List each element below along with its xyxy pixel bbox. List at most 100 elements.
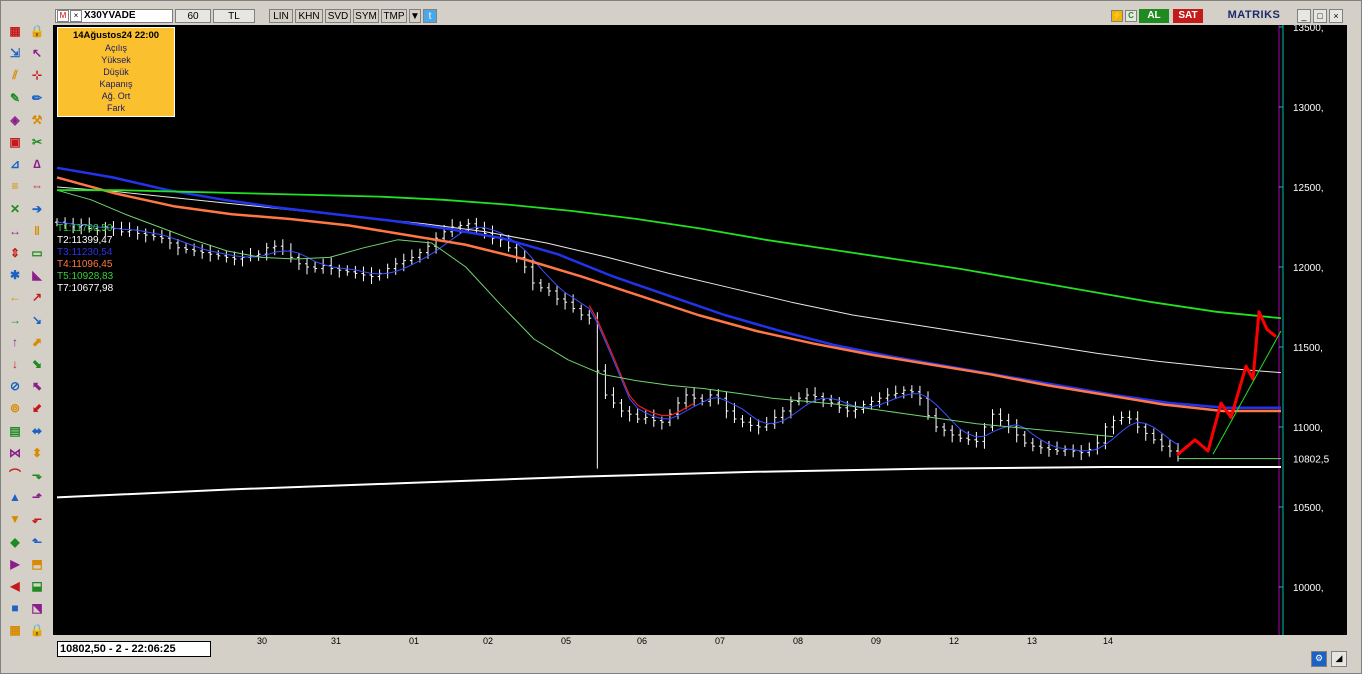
- info-low-label: Düşük: [103, 67, 129, 77]
- drawing-tool-icon[interactable]: ▼: [7, 511, 23, 527]
- close-small-icon[interactable]: ×: [70, 10, 82, 22]
- drawing-tool-icon[interactable]: ◆: [7, 534, 23, 550]
- last-price-status: 10802,50 - 2 - 22:06:25: [57, 641, 211, 657]
- close-icon[interactable]: ×: [1329, 9, 1343, 23]
- drawing-tool-icon[interactable]: ↔: [7, 223, 23, 239]
- settings-icon[interactable]: ⚙: [1311, 651, 1327, 667]
- drawing-tool-icon[interactable]: ⬐: [29, 511, 45, 527]
- drawing-tool-icon[interactable]: ⬎: [29, 467, 45, 483]
- x-tick-label: 09: [871, 636, 881, 645]
- drawing-tool-icon[interactable]: ⬈: [29, 334, 45, 350]
- drawing-tool-icon[interactable]: ⬌: [29, 423, 45, 439]
- y-tick-label: 12500,: [1293, 183, 1324, 194]
- svd-button[interactable]: SVD: [325, 9, 351, 23]
- drawing-tool-icon[interactable]: ◈: [7, 112, 23, 128]
- drawing-tool-icon[interactable]: ▤: [7, 423, 23, 439]
- drawing-tool-icon[interactable]: ⬋: [29, 400, 45, 416]
- drawing-tools-panel: ▦ 🔒 ⇲ ↖ ⫽ ⊹ ✎ ✏ ◈ ⚒ ▣ ✂ ⊿ ∆ ≡ ⇔ ✕ ➔ ↔ ‖ ⇕ ▭ ✱ ◣ ← ↗ → ↘ ↑ ⬈ ↓ ⬊ ⊘ ⬉ ⊚ ⬋ ▤ ⬌ ⋈ ⬍…: [7, 21, 53, 661]
- period-field[interactable]: 60: [175, 9, 211, 23]
- drawing-tool-icon[interactable]: ∆: [29, 156, 45, 172]
- dropdown-arrow-icon[interactable]: ▼: [409, 9, 421, 23]
- drawing-tool-icon[interactable]: ▲: [7, 489, 23, 505]
- x-tick-label: 30: [257, 636, 267, 645]
- chart-type-icon[interactable]: M: [57, 10, 69, 22]
- drawing-tool-icon[interactable]: ⌒: [7, 467, 23, 483]
- drawing-tool-icon[interactable]: ✂: [29, 134, 45, 150]
- drawing-tool-icon[interactable]: ▦: [7, 622, 23, 638]
- drawing-tool-icon[interactable]: ⇲: [7, 45, 23, 61]
- drawing-tool-icon[interactable]: ⬉: [29, 378, 45, 394]
- drawing-tool-icon[interactable]: ↘: [29, 312, 45, 328]
- flash-icon[interactable]: ⚡: [1111, 10, 1123, 22]
- x-tick-label: 01: [409, 636, 419, 645]
- maximize-icon[interactable]: □: [1313, 9, 1327, 23]
- sym-button[interactable]: SYM: [353, 9, 379, 23]
- drawing-tool-icon[interactable]: ⇕: [7, 245, 23, 261]
- minimize-icon[interactable]: _: [1297, 9, 1311, 23]
- drawing-tool-icon[interactable]: ⚒: [29, 112, 45, 128]
- trend-label-t2: T2:11399,47: [57, 235, 113, 246]
- refresh-icon[interactable]: C: [1125, 10, 1137, 22]
- drawing-tool-icon[interactable]: ⫽: [7, 67, 23, 83]
- drawing-tool-icon[interactable]: ↑: [7, 334, 23, 350]
- drawing-tool-icon[interactable]: ⇔: [29, 178, 45, 194]
- y-tick-label: 13000,: [1293, 103, 1324, 114]
- y-tick-label: 10000,: [1293, 583, 1324, 594]
- x-tick-label: 12: [949, 636, 959, 645]
- drawing-tool-icon[interactable]: ⬍: [29, 445, 45, 461]
- drawing-tool-icon[interactable]: 🔒: [29, 23, 45, 39]
- x-tick-label: 06: [637, 636, 647, 645]
- drawing-tool-icon[interactable]: ⬊: [29, 356, 45, 372]
- resize-grip-icon[interactable]: ◢: [1331, 651, 1347, 667]
- buy-button[interactable]: AL: [1139, 9, 1169, 23]
- drawing-tool-icon[interactable]: ✱: [7, 267, 23, 283]
- drawing-tool-icon[interactable]: ↓: [7, 356, 23, 372]
- drawing-tool-icon[interactable]: ✕: [7, 201, 23, 217]
- y-tick-label: 12000,: [1293, 263, 1324, 274]
- sell-button[interactable]: SAT: [1173, 9, 1203, 23]
- drawing-tool-icon[interactable]: ≡: [7, 178, 23, 194]
- drawing-tool-icon[interactable]: ◣: [29, 267, 45, 283]
- drawing-tool-icon[interactable]: ⬓: [29, 578, 45, 594]
- trend-label-t4: T4:11096,45: [57, 259, 113, 270]
- drawing-tool-icon[interactable]: ▶: [7, 556, 23, 572]
- horizontal-scrollbar[interactable]: [211, 657, 1291, 667]
- drawing-tool-icon[interactable]: ⊘: [7, 378, 23, 394]
- drawing-tool-icon[interactable]: 🔒: [29, 622, 45, 638]
- twitter-icon[interactable]: t: [423, 9, 437, 23]
- drawing-tool-icon[interactable]: →: [7, 312, 23, 328]
- drawing-tool-icon[interactable]: ▭: [29, 245, 45, 261]
- x-tick-label: 07: [715, 636, 725, 645]
- y-tick-label: 11500,: [1293, 343, 1323, 354]
- drawing-tool-icon[interactable]: ▦: [7, 23, 23, 39]
- drawing-tool-icon[interactable]: ⊚: [7, 400, 23, 416]
- khn-button[interactable]: KHN: [295, 9, 323, 23]
- trend-label-t5: T5:10928,83: [57, 271, 114, 282]
- drawing-tool-icon[interactable]: ⊿: [7, 156, 23, 172]
- drawing-tool-icon[interactable]: ⬏: [29, 489, 45, 505]
- drawing-tool-icon[interactable]: ◀: [7, 578, 23, 594]
- brand-logo: MATRIKS: [1215, 9, 1293, 23]
- drawing-tool-icon[interactable]: ⋈: [7, 445, 23, 461]
- currency-field[interactable]: TL: [213, 9, 255, 23]
- drawing-tool-icon[interactable]: ⬒: [29, 556, 45, 572]
- x-tick-label: 08: [793, 636, 803, 645]
- drawing-tool-icon[interactable]: ⊹: [29, 67, 45, 83]
- drawing-tool-icon[interactable]: ‖: [29, 223, 45, 239]
- drawing-tool-icon[interactable]: ←: [7, 289, 23, 305]
- info-wavg-label: Ağ. Ort: [101, 91, 131, 101]
- drawing-tool-icon[interactable]: ✎: [7, 90, 23, 106]
- x-tick-label: 02: [483, 636, 493, 645]
- chart-svg[interactable]: 13500, 13000, 12500, 12000, 11500, 11000, 1050…: [53, 25, 1347, 645]
- drawing-tool-icon[interactable]: ⬑: [29, 534, 45, 550]
- drawing-tool-icon[interactable]: ✏: [29, 90, 45, 106]
- drawing-tool-icon[interactable]: ↖: [29, 45, 45, 61]
- drawing-tool-icon[interactable]: ➔: [29, 201, 45, 217]
- drawing-tool-icon[interactable]: ⬔: [29, 600, 45, 616]
- price-chart[interactable]: 13500, 13000, 12500, 12000, 11500, 11000, 1050…: [53, 25, 1347, 645]
- drawing-tool-icon[interactable]: ■: [7, 600, 23, 616]
- tmp-button[interactable]: TMP: [381, 9, 407, 23]
- drawing-tool-icon[interactable]: ▣: [7, 134, 23, 150]
- drawing-tool-icon[interactable]: ↗: [29, 289, 45, 305]
- lin-button[interactable]: LIN: [269, 9, 293, 23]
